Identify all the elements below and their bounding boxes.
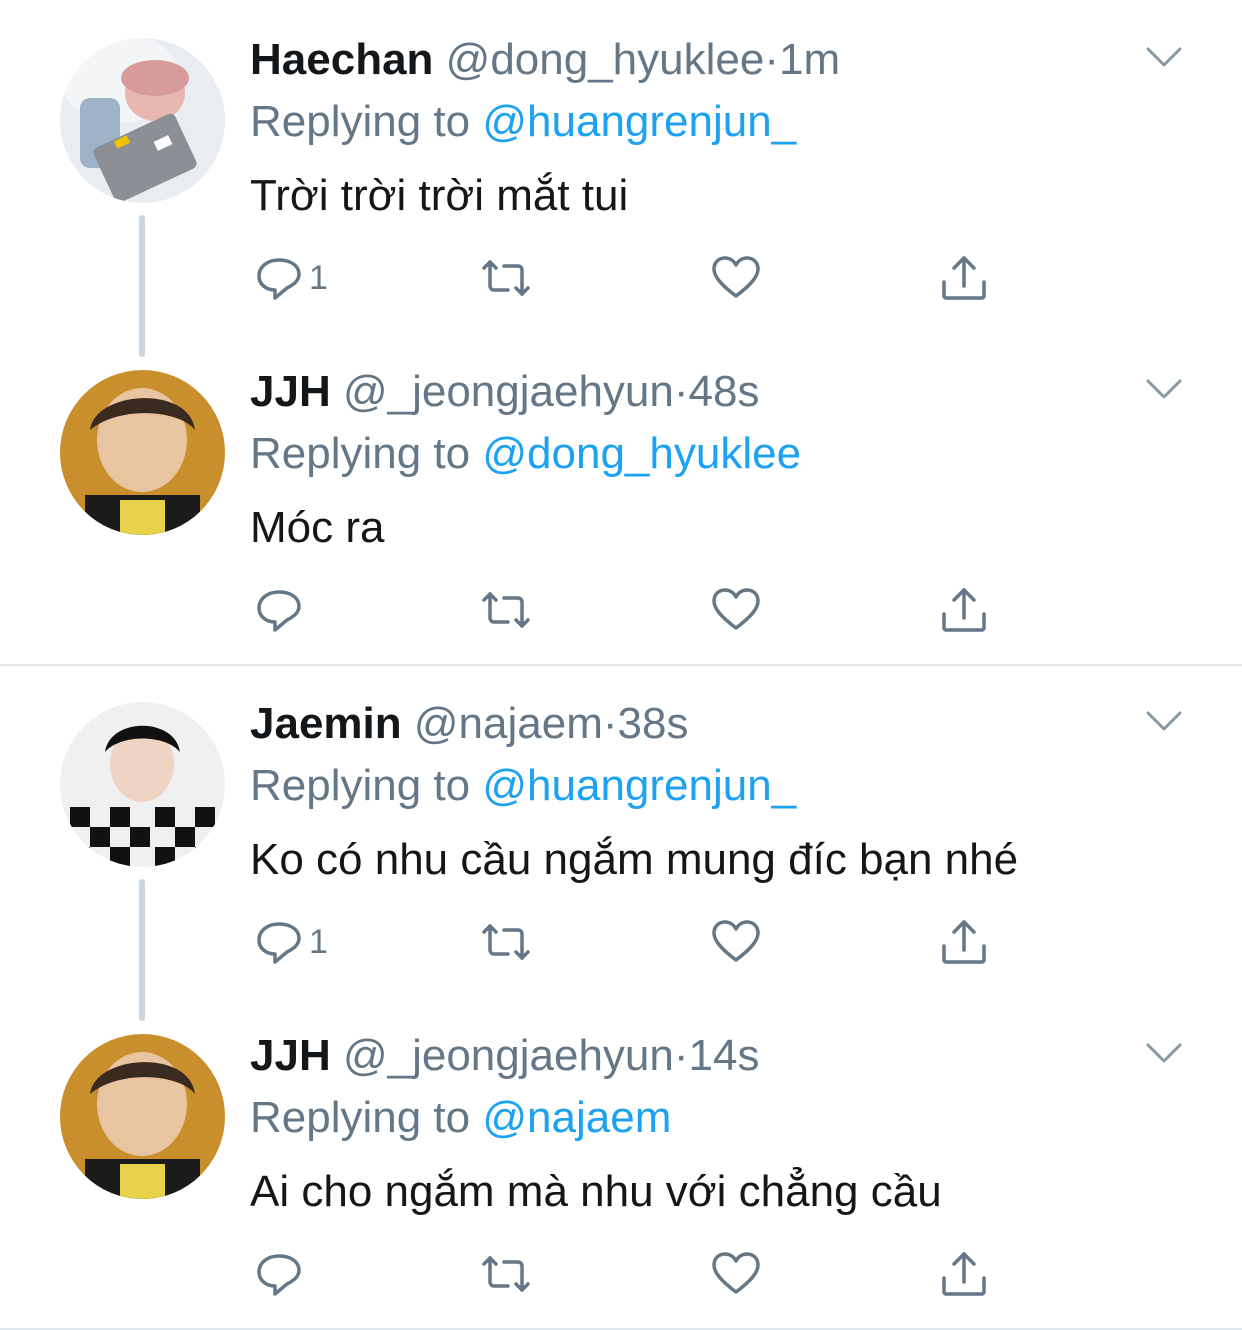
like-button[interactable]	[710, 580, 762, 640]
replying-to: Replying to @huangrenjun_	[250, 756, 796, 816]
replying-to-label: Replying to	[250, 761, 471, 810]
heart-icon	[712, 588, 760, 630]
replying-to-label: Replying to	[250, 1093, 471, 1142]
timestamp[interactable]: 1m	[779, 35, 840, 84]
separator-dot: ·	[602, 699, 618, 748]
reply-button[interactable]: 1	[253, 248, 328, 308]
action-bar: 1	[250, 912, 1010, 972]
tweet-3[interactable]: Jaemin @najaem·38s Replying to @huangren…	[0, 664, 1242, 1021]
reply-icon	[257, 590, 301, 632]
reply-icon	[257, 922, 301, 964]
display-name[interactable]: JJH	[250, 367, 331, 416]
share-button[interactable]	[938, 580, 990, 640]
timestamp[interactable]: 38s	[618, 699, 689, 748]
replying-to-label: Replying to	[250, 429, 471, 478]
tweet-header: JJH @_jeongjaehyun·14s	[250, 1026, 760, 1086]
tweet-header: JJH @_jeongjaehyun·48s	[250, 362, 760, 422]
separator-dot: ·	[673, 367, 689, 416]
share-icon	[942, 256, 986, 300]
reply-mention-link[interactable]: @dong_hyuklee	[482, 429, 801, 478]
like-button[interactable]	[710, 1244, 762, 1304]
retweet-icon	[482, 924, 530, 960]
tweet-text: Ko có nhu cầu ngắm mung đíc bạn nhé	[250, 835, 1019, 884]
retweet-button[interactable]	[480, 1244, 532, 1304]
share-button[interactable]	[938, 1244, 990, 1304]
reply-mention-link[interactable]: @huangrenjun_	[482, 97, 796, 146]
separator-dot: ·	[673, 1031, 689, 1080]
tweet-text: Trời trời trời mắt tui	[250, 171, 629, 220]
chevron-down-icon[interactable]	[1145, 376, 1183, 402]
display-name[interactable]: JJH	[250, 1031, 331, 1080]
replying-to: Replying to @dong_hyuklee	[250, 424, 801, 484]
tweet-header: Jaemin @najaem·38s	[250, 694, 688, 754]
action-bar	[250, 1244, 1010, 1304]
reply-icon	[257, 1254, 301, 1296]
display-name[interactable]: Jaemin	[250, 699, 402, 748]
reply-mention-link[interactable]: @najaem	[482, 1093, 671, 1142]
retweet-icon	[482, 260, 530, 296]
heart-icon	[712, 256, 760, 298]
avatar[interactable]	[60, 702, 225, 867]
avatar[interactable]	[60, 370, 225, 535]
display-name[interactable]: Haechan	[250, 35, 433, 84]
username[interactable]: @_jeongjaehyun	[343, 367, 674, 416]
retweet-button[interactable]	[480, 248, 532, 308]
retweet-icon	[482, 1256, 530, 1292]
reply-count: 1	[309, 922, 328, 961]
chevron-down-icon[interactable]	[1145, 708, 1183, 734]
reply-count: 1	[309, 258, 328, 297]
share-button[interactable]	[938, 912, 990, 972]
retweet-icon	[482, 592, 530, 628]
like-button[interactable]	[710, 912, 762, 972]
tweet-4[interactable]: JJH @_jeongjaehyun·14s Replying to @naja…	[0, 996, 1242, 1328]
heart-icon	[712, 920, 760, 962]
retweet-button[interactable]	[480, 580, 532, 640]
replying-to: Replying to @huangrenjun_	[250, 92, 796, 152]
reply-mention-link[interactable]: @huangrenjun_	[482, 761, 796, 810]
share-icon	[942, 1252, 986, 1296]
chevron-down-icon[interactable]	[1145, 1040, 1183, 1066]
tweet-header: Haechan @dong_hyuklee·1m	[250, 30, 840, 90]
tweet-1[interactable]: Haechan @dong_hyuklee·1m Replying to @hu…	[0, 0, 1242, 357]
timestamp[interactable]: 14s	[689, 1031, 760, 1080]
heart-icon	[712, 1252, 760, 1294]
avatar[interactable]	[60, 1034, 225, 1199]
share-button[interactable]	[938, 248, 990, 308]
chevron-down-icon[interactable]	[1145, 44, 1183, 70]
share-icon	[942, 588, 986, 632]
separator-dot: ·	[764, 35, 779, 84]
tweet-2[interactable]: JJH @_jeongjaehyun·48s Replying to @dong…	[0, 332, 1242, 664]
username[interactable]: @dong_hyuklee	[446, 35, 765, 84]
replying-to: Replying to @najaem	[250, 1088, 671, 1148]
avatar[interactable]	[60, 38, 225, 203]
action-bar: 1	[250, 248, 1010, 308]
reply-button[interactable]: 1	[253, 912, 328, 972]
like-button[interactable]	[710, 248, 762, 308]
reply-button[interactable]	[253, 580, 309, 640]
username[interactable]: @_jeongjaehyun	[343, 1031, 674, 1080]
action-bar	[250, 580, 1010, 640]
replying-to-label: Replying to	[250, 97, 471, 146]
share-icon	[942, 920, 986, 964]
reply-icon	[257, 258, 301, 300]
reply-button[interactable]	[253, 1244, 309, 1304]
username[interactable]: @najaem	[414, 699, 603, 748]
retweet-button[interactable]	[480, 912, 532, 972]
tweet-text: Ai cho ngắm mà nhu với chẳng cầu	[250, 1167, 942, 1216]
tweet-text: Móc ra	[250, 503, 385, 552]
timestamp[interactable]: 48s	[689, 367, 760, 416]
